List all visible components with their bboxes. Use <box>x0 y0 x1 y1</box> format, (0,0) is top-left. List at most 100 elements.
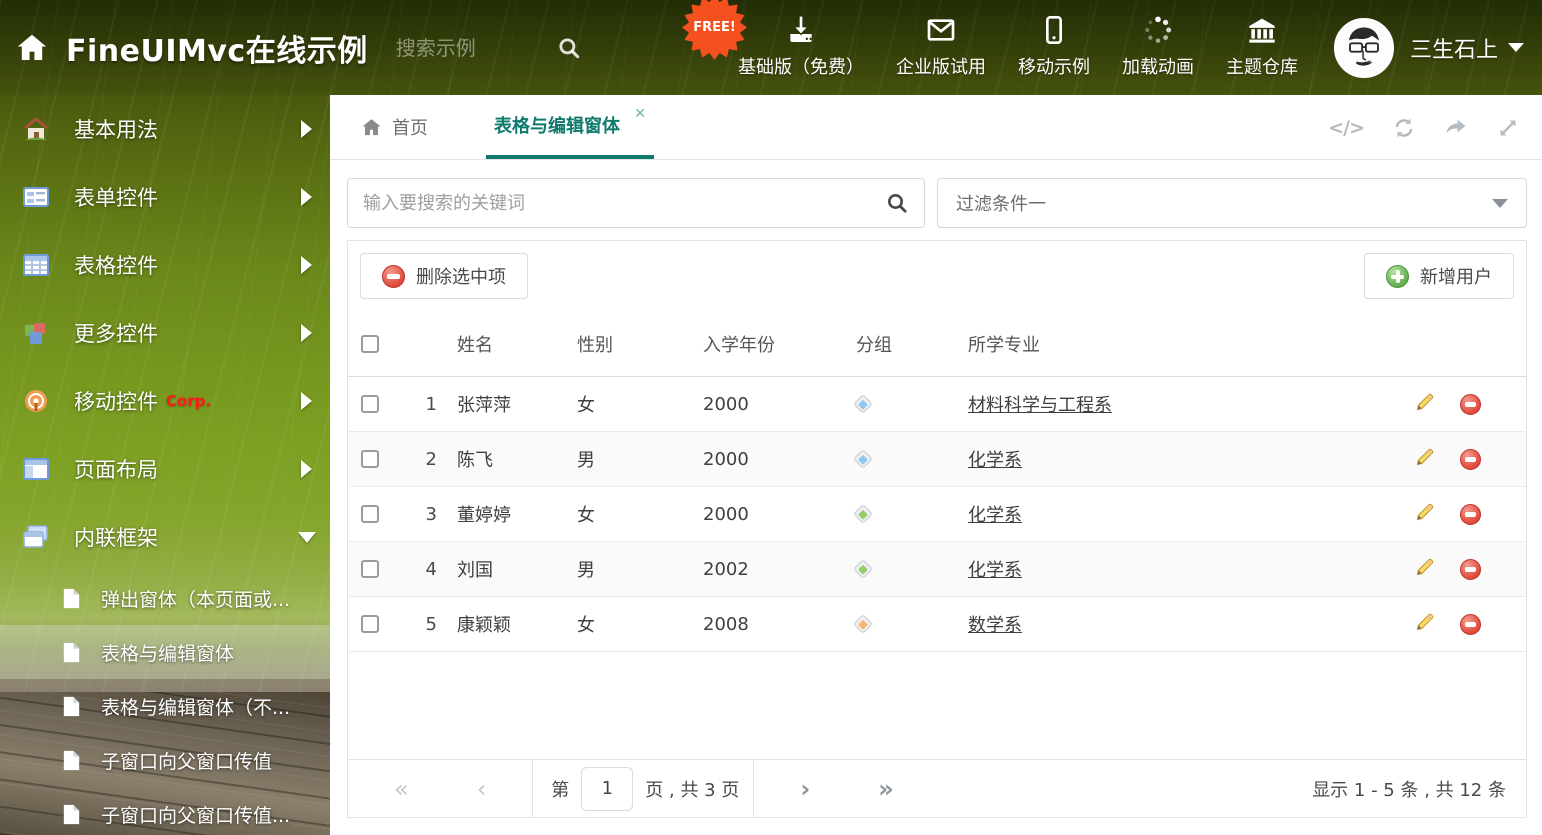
search-icon[interactable] <box>885 191 909 215</box>
row-index: 3 <box>425 503 437 525</box>
nav-item-mobile-demo[interactable]: 移动示例 <box>1002 14 1106 79</box>
sidebar-item-inline-frame[interactable]: 内联框架 <box>0 503 330 571</box>
header-search-input[interactable] <box>395 35 556 60</box>
cubes-icon <box>25 323 45 344</box>
sidebar-item-more-controls[interactable]: 更多控件 <box>0 299 330 367</box>
sidebar-item-page-layout[interactable]: 页面布局 <box>0 435 330 503</box>
grid-panel: 删除选中项 新增用户 姓名 性别 入学年份 分组 所学专业 1 张萍萍 女 20… <box>347 240 1527 818</box>
grid-icon <box>23 254 49 276</box>
header-search[interactable] <box>395 35 614 61</box>
major-link[interactable]: 化学系 <box>968 560 1022 581</box>
delete-row-icon[interactable] <box>1460 448 1481 470</box>
cell-gender: 男 <box>577 450 595 471</box>
user-menu[interactable]: 三生石上 <box>1333 0 1524 95</box>
nav-item-basic-edition[interactable]: 基础版（免费） <box>722 14 880 79</box>
user-name[interactable]: 三生石上 <box>1410 32 1498 64</box>
keyword-search-box[interactable] <box>347 178 925 228</box>
row-checkbox[interactable] <box>361 560 379 578</box>
chevron-down-icon <box>1492 198 1508 208</box>
radar-icon <box>25 390 47 412</box>
row-index: 1 <box>425 393 437 415</box>
sidebar-subitem-child-to-parent[interactable]: 子窗口向父窗口传值 <box>0 733 330 787</box>
share-forward-icon[interactable] <box>1444 116 1468 140</box>
cell-major: 化学系 <box>964 501 1414 527</box>
column-major: 所学专业 <box>968 334 1040 356</box>
keyword-search-input[interactable] <box>363 192 885 214</box>
major-link[interactable]: 材料科学与工程系 <box>968 395 1112 416</box>
sidebar-subitem-child-to-parent-2[interactable]: 子窗口向父窗口传值... <box>0 787 330 835</box>
tab-home[interactable]: 首页 <box>360 95 428 159</box>
delete-row-icon[interactable] <box>1460 393 1481 415</box>
nav-label: 移动示例 <box>1018 57 1090 78</box>
table-row: 2 陈飞 男 2000 化学系 <box>348 432 1526 487</box>
sidebar-item-label: 内联框架 <box>74 526 158 550</box>
delete-row-icon[interactable] <box>1460 558 1481 580</box>
nav-item-theme-store[interactable]: 主题仓库 <box>1210 14 1314 79</box>
delete-row-icon[interactable] <box>1460 503 1481 525</box>
sidebar-item-label: 表单控件 <box>74 186 158 210</box>
avatar[interactable] <box>1333 17 1394 78</box>
sidebar-subitem-grid-edit-window-2[interactable]: 表格与编辑窗体（不... <box>0 679 330 733</box>
row-checkbox[interactable] <box>361 615 379 633</box>
first-page-button[interactable]: « <box>388 777 415 801</box>
chevron-right-icon <box>301 392 312 410</box>
cell-major: 材料科学与工程系 <box>964 391 1414 417</box>
select-all-checkbox[interactable] <box>361 334 379 353</box>
tab-grid-edit-window[interactable]: 表格与编辑窗体 ✕ <box>486 95 654 159</box>
sidebar-item-form-controls[interactable]: 表单控件 <box>0 163 330 231</box>
sidebar-item-grid-controls[interactable]: 表格控件 <box>0 231 330 299</box>
major-link[interactable]: 化学系 <box>968 450 1022 471</box>
tag-icon <box>842 394 964 414</box>
form-icon <box>23 187 49 207</box>
chevron-right-icon <box>301 188 312 206</box>
cell-name: 张萍萍 <box>457 395 511 416</box>
last-page-button[interactable]: » <box>872 777 900 801</box>
source-code-icon[interactable]: </> <box>1328 117 1365 139</box>
delete-selected-button[interactable]: 删除选中项 <box>360 253 528 299</box>
chevron-right-icon <box>301 460 312 478</box>
sidebar-item-mobile-controls[interactable]: 移动控件 Corp. <box>0 367 330 435</box>
sidebar-subitem-label: 弹出窗体（本页面或... <box>101 588 291 611</box>
cell-name: 刘国 <box>457 560 493 581</box>
table-row: 4 刘国 男 2002 化学系 <box>348 542 1526 597</box>
filter-dropdown[interactable]: 过滤条件一 <box>937 178 1527 228</box>
add-user-label: 新增用户 <box>1420 267 1492 287</box>
envelope-icon <box>927 19 955 41</box>
nav-item-enterprise-trial[interactable]: 企业版试用 <box>880 14 1002 79</box>
edit-pencil-icon[interactable] <box>1414 556 1460 583</box>
sidebar-subitem-label: 表格与编辑窗体（不... <box>101 696 291 719</box>
plus-circle-icon <box>1386 264 1409 288</box>
tab-active-label: 表格与编辑窗体 <box>494 116 620 137</box>
add-user-button[interactable]: 新增用户 <box>1364 253 1514 299</box>
pagination-summary: 显示 1 - 5 条 , 共 12 条 <box>1312 779 1506 801</box>
row-checkbox[interactable] <box>361 450 379 468</box>
row-checkbox[interactable] <box>361 395 379 413</box>
edit-pencil-icon[interactable] <box>1414 446 1460 473</box>
page-number-input[interactable] <box>581 766 634 811</box>
refresh-icon[interactable] <box>1392 116 1416 140</box>
expand-icon[interactable] <box>1496 116 1520 140</box>
close-icon[interactable]: ✕ <box>634 107 646 121</box>
edit-pencil-icon[interactable] <box>1414 611 1460 638</box>
download-icon <box>790 16 812 42</box>
layout-icon <box>23 458 49 480</box>
row-checkbox[interactable] <box>361 505 379 523</box>
next-page-button[interactable]: › <box>794 777 816 801</box>
delete-row-icon[interactable] <box>1460 613 1481 635</box>
app-screen: FineUIMvc在线示例 FREE! 基础版（免费） 企业版试用 移动示例 加… <box>0 0 1542 835</box>
search-icon[interactable] <box>556 35 582 61</box>
sidebar-item-basic-usage[interactable]: 基本用法 <box>0 95 330 163</box>
edit-pencil-icon[interactable] <box>1414 391 1460 418</box>
home-icon <box>362 118 381 135</box>
sidebar-subitem-grid-edit-window[interactable]: 表格与编辑窗体 <box>0 625 330 679</box>
tab-toolbar: </> <box>1328 95 1520 160</box>
major-link[interactable]: 数学系 <box>968 615 1022 636</box>
prev-page-button[interactable]: ‹ <box>471 777 493 801</box>
major-link[interactable]: 化学系 <box>968 505 1022 526</box>
nav-item-loading-animation[interactable]: 加载动画 <box>1106 14 1210 79</box>
sidebar: 基本用法 表单控件 表格控件 更多控件 移动控件 Corp. 页面布局 内联框架… <box>0 95 330 835</box>
page-icon <box>63 696 80 716</box>
edit-pencil-icon[interactable] <box>1414 501 1460 528</box>
home-icon[interactable] <box>14 30 50 66</box>
sidebar-subitem-popup-window[interactable]: 弹出窗体（本页面或... <box>0 571 330 625</box>
